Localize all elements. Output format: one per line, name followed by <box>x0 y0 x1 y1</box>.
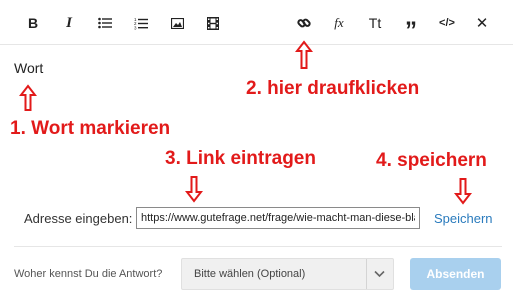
editor-selected-word[interactable]: Wort <box>14 60 43 76</box>
annotation-step-1: 1. Wort markieren <box>10 118 171 139</box>
code-button[interactable]: </> <box>432 8 462 38</box>
quote-button[interactable]: ” <box>396 8 426 46</box>
address-label: Adresse eingeben: <box>24 211 133 226</box>
image-button[interactable] <box>162 8 192 38</box>
bullet-list-icon <box>98 17 112 29</box>
arrow-up-icon <box>295 40 313 69</box>
arrow-up-icon <box>19 84 37 111</box>
film-icon <box>207 16 219 30</box>
toolbar-divider <box>0 44 513 45</box>
annotation-step-4: 4. speichern <box>376 150 487 171</box>
close-button[interactable]: ✕ <box>467 8 497 38</box>
video-button[interactable] <box>198 8 228 38</box>
link-button[interactable] <box>289 8 319 38</box>
italic-button[interactable]: I <box>54 8 84 38</box>
image-icon <box>170 17 184 29</box>
url-input[interactable] <box>136 207 420 229</box>
bullet-list-button[interactable] <box>90 8 120 38</box>
arrow-down-icon <box>185 176 203 203</box>
source-question-label: Woher kennst Du die Antwort? <box>14 268 163 280</box>
text-size-button[interactable]: Tt <box>360 8 390 38</box>
save-link-button[interactable]: Speichern <box>434 211 493 226</box>
submit-button[interactable]: Absenden <box>410 258 501 290</box>
numbered-list-button[interactable]: 1 2 3 <box>126 8 156 38</box>
svg-text:3: 3 <box>134 25 137 30</box>
chevron-down-icon <box>374 270 385 278</box>
form-divider <box>14 246 502 247</box>
link-icon <box>297 18 311 28</box>
source-select[interactable]: Bitte wählen (Optional) <box>181 258 394 290</box>
annotation-step-3: 3. Link eintragen <box>165 148 316 169</box>
bold-button[interactable]: B <box>18 8 48 38</box>
select-separator <box>366 259 367 289</box>
arrow-down-icon <box>454 178 472 205</box>
formula-button[interactable]: fx <box>324 8 354 38</box>
numbered-list-icon: 1 2 3 <box>134 17 148 30</box>
source-select-value: Bitte wählen (Optional) <box>194 268 306 280</box>
editor-toolbar: B I 1 2 3 fx Tt ” </> ✕ <box>0 0 513 46</box>
annotation-step-2: 2. hier draufklicken <box>246 78 420 99</box>
